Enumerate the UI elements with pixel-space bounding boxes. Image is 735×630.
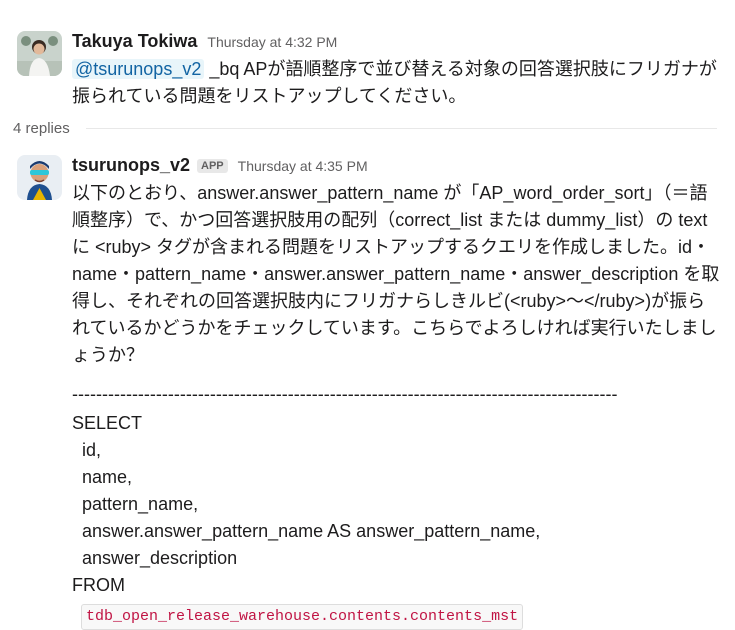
sql-field: answer.answer_pattern_name AS answer_pat… [72, 521, 541, 541]
app-badge: APP [197, 159, 228, 173]
thread-divider [85, 128, 717, 129]
sql-field: answer_description [72, 548, 238, 568]
avatar-tsurunops[interactable] [17, 155, 62, 200]
sql-table-code: tdb_open_release_warehouse.contents.cont… [81, 604, 524, 630]
sql-from: FROM [72, 575, 125, 595]
robot-avatar-icon [17, 155, 62, 200]
code-block: ----------------------------------------… [72, 381, 722, 630]
message-text: 以下のとおり、answer.answer_pattern_name が「AP_w… [72, 183, 720, 365]
sql-field: id, [72, 440, 102, 460]
user-photo-icon [17, 31, 62, 76]
message-author[interactable]: tsurunops_v2 [72, 155, 190, 176]
thread-replies-row: 4 replies [13, 120, 717, 137]
message-timestamp[interactable]: Thursday at 4:32 PM [207, 34, 337, 50]
message-author[interactable]: Takuya Tokiwa [72, 31, 197, 52]
thread-replies-count[interactable]: 4 replies [13, 120, 70, 137]
message-text: @tsurunops_v2 _bq APが語順整序で並び替える対象の回答選択肢に… [72, 56, 722, 110]
separator-line: ----------------------------------------… [72, 384, 618, 404]
user-mention[interactable]: @tsurunops_v2 [72, 59, 205, 79]
sql-field: pattern_name, [72, 494, 199, 514]
sql-field: name, [72, 467, 133, 487]
avatar-takuya[interactable] [17, 31, 62, 76]
message-timestamp[interactable]: Thursday at 4:35 PM [238, 158, 368, 174]
sql-select: SELECT [72, 413, 143, 433]
